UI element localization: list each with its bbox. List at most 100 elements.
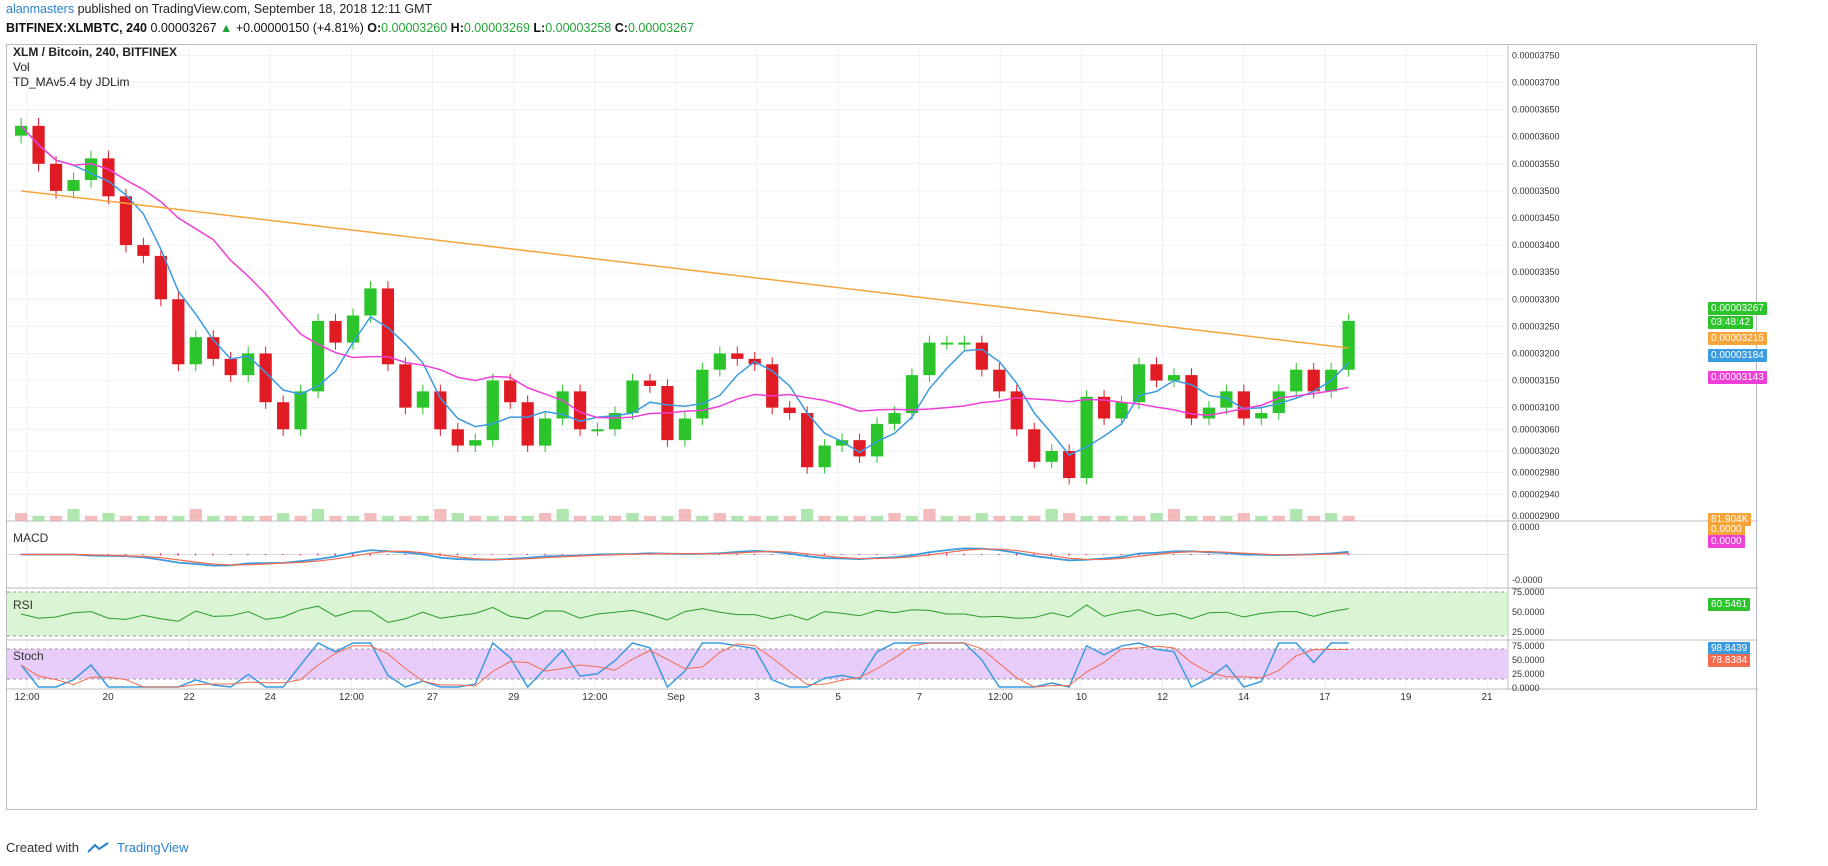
candle-body	[1342, 320, 1355, 370]
candle-body	[731, 353, 744, 359]
volume-bar	[329, 516, 342, 521]
publish-info: alanmasters published on TradingView.com…	[6, 2, 432, 16]
macd-histogram-bar	[1208, 554, 1210, 555]
macd-histogram-bar	[125, 554, 127, 555]
volume-bar	[15, 513, 28, 521]
candle-body	[172, 299, 185, 365]
macd-label: MACD	[13, 531, 49, 545]
chart-area[interactable]: 12:00 20 22 24 12:00 27 29 12:00 Sep 3 5 7 12:00 10 12…	[6, 44, 1767, 811]
volume-bar	[1342, 516, 1355, 521]
volume-bar	[1080, 516, 1093, 521]
volume-bar	[608, 516, 622, 521]
macd-histogram-bar	[876, 554, 878, 555]
macd-histogram-bar	[387, 554, 389, 555]
volume-bar	[224, 516, 237, 521]
volume-bar	[311, 509, 325, 521]
stoch-tick-label: 25.0000	[1512, 669, 1545, 679]
x-tick-label: 12:00	[339, 692, 364, 703]
candle-body	[1202, 407, 1216, 419]
volume-bar	[556, 509, 569, 521]
x-tick-label: Sep	[667, 692, 685, 703]
candle-body	[154, 255, 167, 300]
ma-fast-tag: 0.00003184	[1708, 349, 1767, 362]
y-tick-label: 0.00003600	[1512, 132, 1560, 142]
ma50-tag: 0.00003143	[1708, 371, 1767, 384]
macd-histogram-bar	[1347, 553, 1349, 556]
y-tick-label: 0.00003450	[1512, 213, 1560, 223]
volume-bar	[451, 513, 464, 521]
volume-bar	[102, 513, 115, 521]
candle-body	[189, 337, 202, 365]
volume-bar	[993, 516, 1006, 521]
y-tick-label: 0.00003020	[1512, 446, 1560, 456]
volume-bar	[958, 516, 971, 521]
volume-bar	[818, 516, 831, 521]
volume-bar	[1045, 509, 1058, 521]
volume-bar	[49, 516, 63, 521]
macd-histogram-bar	[1085, 554, 1087, 555]
rsi-label: RSI	[13, 598, 34, 612]
candle-body	[451, 429, 464, 446]
volume-legend: Vol	[13, 60, 30, 74]
x-tick-label: 24	[265, 692, 277, 703]
author-link[interactable]: alanmasters	[6, 2, 74, 16]
y-tick-label: 0.00003150	[1512, 376, 1560, 386]
macd-histogram-bar	[1225, 554, 1227, 555]
x-tick-label: 12	[1157, 692, 1169, 703]
candle-body	[469, 440, 482, 446]
macd-histogram-bar	[159, 553, 162, 556]
volume-bar	[277, 513, 290, 521]
volume-bar	[539, 513, 552, 521]
x-tick-label: 29	[508, 692, 520, 703]
rsi-tag: 60.5461	[1708, 598, 1751, 611]
candle-body	[346, 315, 360, 343]
symbol-bar: BITFINEX:XLMBTC, 240 0.00003267 ▲ +0.000…	[6, 21, 694, 35]
volume-bar	[1325, 513, 1338, 521]
volume-bar	[207, 516, 220, 521]
chart-canvas[interactable]: 12:00 20 22 24 12:00 27 29 12:00 Sep 3 5 7 12:00 10 12…	[7, 45, 1758, 811]
volume-bar	[591, 516, 604, 521]
open-label: O:	[367, 21, 382, 35]
macd-histogram-bar	[264, 554, 266, 555]
volume-bar	[416, 516, 429, 521]
volume-bar	[626, 513, 639, 521]
x-tick-label: 20	[103, 692, 115, 703]
macd-histogram-bar	[998, 553, 1000, 556]
high-value: 0.00003269	[463, 21, 530, 35]
volume-bar	[643, 516, 657, 521]
y-tick-label: 0.00003500	[1512, 186, 1560, 196]
rsi-tick-label: 75.0000	[1512, 587, 1545, 597]
candle-body	[381, 288, 395, 365]
x-tick-label: 21	[1481, 692, 1493, 703]
macd-histogram-bar	[526, 553, 528, 556]
macd-line	[21, 547, 1349, 567]
macd-histogram-bar	[194, 553, 197, 556]
low-value: 0.00003258	[545, 21, 612, 35]
candle-body	[259, 353, 272, 403]
macd-histogram-bar	[509, 554, 511, 555]
y-tick-label: 0.00003550	[1512, 159, 1560, 169]
volume-bar	[1272, 516, 1285, 521]
candle-body	[1185, 375, 1198, 419]
macd-histogram-bar	[544, 553, 546, 556]
macd-histogram-bar	[771, 554, 773, 555]
candle-body	[853, 440, 866, 457]
volume-bar	[853, 516, 866, 521]
created-with-text: Created with	[6, 840, 79, 855]
stoch-tick-label: 75.0000	[1512, 641, 1545, 651]
volume-bar	[905, 516, 919, 521]
macd-histogram-bar	[404, 553, 406, 556]
macd-histogram-bar	[963, 553, 965, 556]
candle-body	[399, 364, 412, 408]
candle-body	[1255, 413, 1268, 419]
candle-body	[364, 288, 377, 316]
x-tick-label: 27	[427, 692, 439, 703]
volume-bar	[1132, 516, 1146, 521]
stoch-tick-label: 0.0000	[1512, 683, 1540, 693]
tradingview-link[interactable]: TradingView	[117, 840, 189, 855]
candle-body	[923, 342, 936, 376]
candle-body	[1028, 429, 1041, 462]
last-price: 0.00003267	[150, 21, 217, 35]
macd-histogram-bar	[334, 553, 336, 556]
candle-body	[277, 402, 290, 430]
